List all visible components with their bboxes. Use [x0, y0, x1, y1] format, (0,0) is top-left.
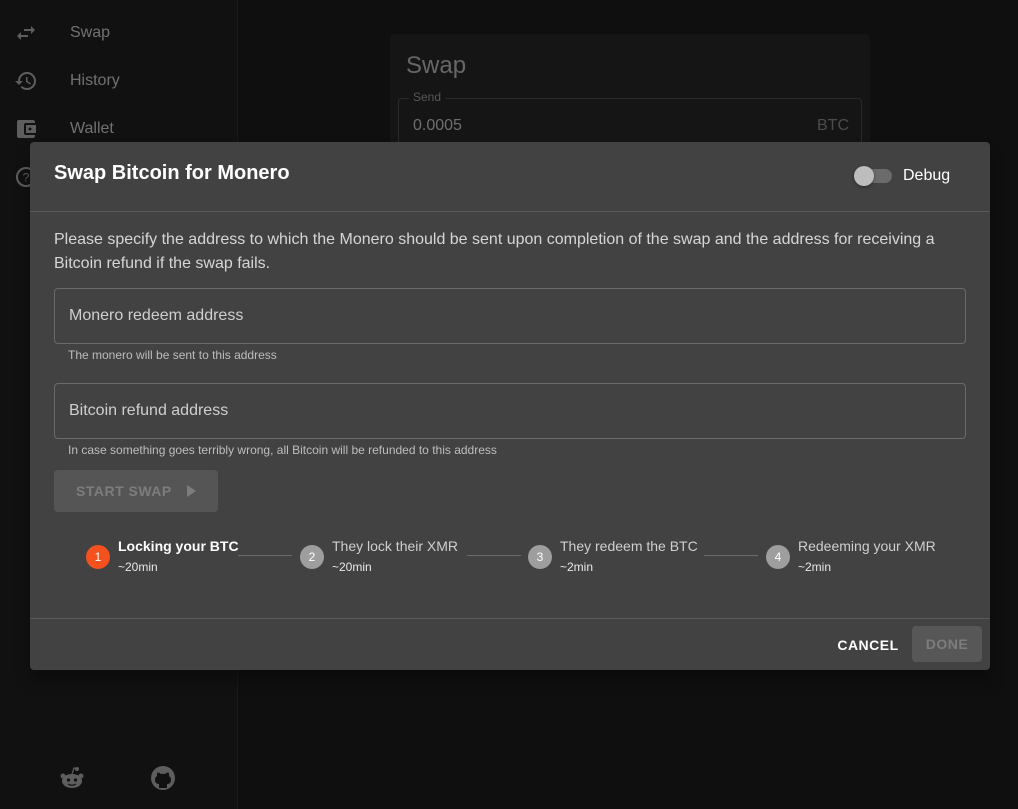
- divider: [30, 211, 990, 212]
- play-icon: [187, 485, 196, 497]
- step-duration: ~20min: [118, 560, 158, 574]
- bitcoin-address-helper: In case something goes terribly wrong, a…: [68, 443, 497, 457]
- bitcoin-address-field[interactable]: [54, 383, 966, 439]
- start-swap-label: START SWAP: [76, 483, 172, 499]
- debug-label: Debug: [903, 167, 951, 184]
- step-number: 4: [766, 545, 790, 569]
- step-name: Locking your BTC: [118, 538, 239, 554]
- step-number: 1: [86, 545, 110, 569]
- divider: [30, 618, 990, 619]
- step-connector: [238, 555, 292, 556]
- step-number: 3: [528, 545, 552, 569]
- dialog-title: Swap Bitcoin for Monero: [54, 162, 290, 184]
- step-number: 2: [300, 545, 324, 569]
- done-button[interactable]: DONE: [912, 626, 982, 662]
- step-duration: ~2min: [798, 560, 832, 574]
- debug-switch[interactable]: [852, 164, 892, 188]
- step-name: Redeeming your XMR: [798, 538, 936, 554]
- bitcoin-address-input[interactable]: [55, 384, 965, 438]
- step-connector: [704, 555, 758, 556]
- start-swap-button[interactable]: START SWAP: [54, 470, 218, 512]
- step-name: They lock their XMR: [332, 538, 459, 554]
- monero-address-field[interactable]: [54, 288, 966, 344]
- swap-dialog: Swap Bitcoin for Monero Debug Please spe…: [30, 142, 990, 670]
- debug-toggle[interactable]: Debug: [852, 164, 950, 188]
- step-duration: ~20min: [332, 560, 372, 574]
- cancel-button[interactable]: CANCEL: [828, 628, 908, 662]
- dialog-description: Please specify the address to which the …: [54, 231, 935, 272]
- step-duration: ~2min: [560, 560, 594, 574]
- monero-address-helper: The monero will be sent to this address: [68, 348, 277, 362]
- switch-thumb[interactable]: [854, 166, 874, 186]
- step-connector: [467, 555, 521, 556]
- step-name: They redeem the BTC: [560, 538, 698, 554]
- monero-address-input[interactable]: [55, 289, 965, 343]
